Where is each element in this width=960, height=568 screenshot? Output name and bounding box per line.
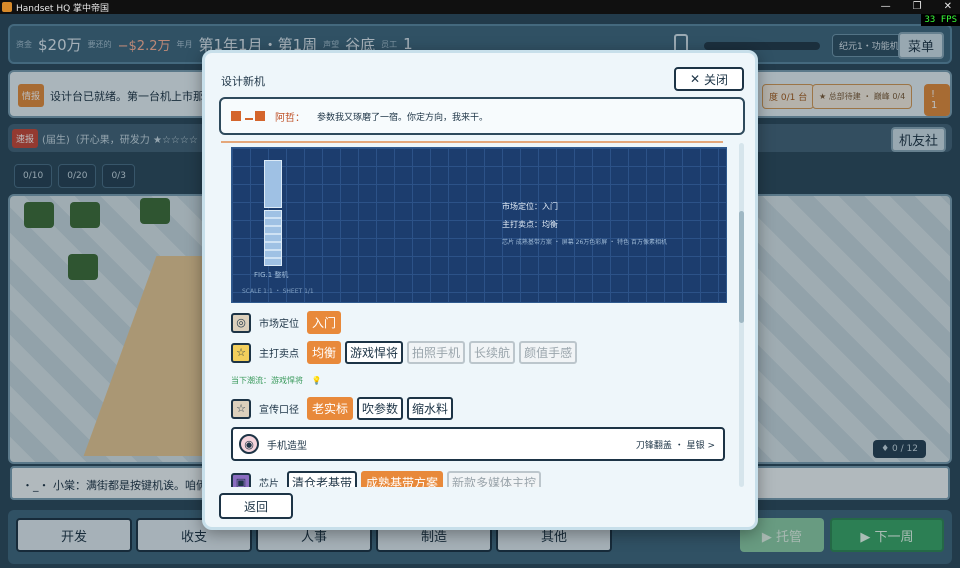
selling-option-battery[interactable]: 长续航 [469, 341, 516, 364]
window-title: Handset HQ 掌中帝国 [16, 3, 110, 14]
window-titlebar: Handset HQ 掌中帝国 — ❐ ✕ [0, 0, 960, 14]
blueprint-fig-label: FIG.1 整机 [254, 271, 289, 279]
speaker-name: 阿哲： [275, 112, 305, 124]
avatar [231, 111, 241, 121]
phone-model-selector[interactable]: ◉ 手机造型 刀锋翻盖 ・ 星银 > [231, 427, 725, 461]
slogan-label: 宣传口径 [259, 405, 299, 416]
selling-option-balanced[interactable]: 均衡 [307, 341, 342, 364]
scrollbar[interactable] [739, 143, 744, 487]
star-icon: ☆ [231, 342, 251, 363]
design-new-phone-dialog: 设计新机 ✕ 关闭 阿哲： 参数我又琢磨了一宿。你定方向，我来干。 FIG.1 … [202, 50, 758, 530]
selling-option-camera[interactable]: 拍照手机 [407, 341, 466, 364]
avatar [255, 111, 265, 121]
window-close-button[interactable]: ✕ [944, 0, 952, 14]
design-options-scroll[interactable]: FIG.1 整机 SCALE 1:1 ・ SHEET 1/1 市场定位：入门 主… [221, 141, 737, 487]
phone-sketch-top [264, 160, 282, 208]
restore-button[interactable]: ❐ [913, 0, 922, 14]
model-value: 刀锋翻盖 ・ 星银 > [635, 441, 715, 451]
model-label: 手机造型 [267, 441, 307, 452]
close-label: 关闭 [704, 72, 729, 87]
selling-option-design[interactable]: 颜值手感 [519, 341, 578, 364]
slogan-option-honest[interactable]: 老实标 [307, 397, 354, 420]
selling-label: 主打卖点 [259, 349, 299, 360]
app-icon [2, 2, 12, 12]
selling-point-row: ☆ 主打卖点 均衡 游戏悍将 拍照手机 长续航 颜值手感 [231, 341, 578, 364]
dialog-close-button[interactable]: ✕ 关闭 [674, 67, 744, 91]
slogan-option-cut[interactable]: 缩水料 [407, 397, 454, 420]
avatar [245, 118, 253, 120]
slogan-option-hype[interactable]: 吹参数 [357, 397, 404, 420]
fps-counter: 33 FPS [921, 14, 960, 26]
lightbulb-icon: 💡 [311, 376, 322, 385]
chip-option-mature[interactable]: 成熟基带方案 [361, 471, 444, 487]
minimize-button[interactable]: — [881, 0, 891, 14]
target-icon: ◎ [231, 312, 251, 333]
chip-option-old[interactable]: 清仓老基带 [287, 471, 358, 487]
window-controls: — ❐ ✕ [881, 0, 952, 14]
slogan-row: ☆ 宣传口径 老实标 吹参数 缩水料 [231, 397, 454, 420]
blueprint-market: 市场定位：入门 [502, 202, 558, 211]
chip-label: 芯片 [259, 479, 279, 487]
chip-option-new[interactable]: 新款多媒体主控 [447, 471, 542, 487]
blueprint-spec: 芯片 成熟基带方案 ・ 屏幕 26万色彩屏 ・ 特色 百万像素相机 [502, 239, 667, 246]
close-icon: ✕ [689, 72, 701, 86]
divider [221, 141, 723, 143]
star-icon: ☆ [231, 398, 251, 419]
cpu-icon: ▣ [231, 472, 251, 487]
blueprint-selling-point: 主打卖点：均衡 [502, 220, 558, 229]
chip-row: ▣ 芯片 清仓老基带 成熟基带方案 新款多媒体主控 [231, 471, 542, 487]
back-button[interactable]: 返回 [219, 493, 293, 519]
blueprint-summary: 市场定位：入门 主打卖点：均衡 芯片 成熟基带方案 ・ 屏幕 26万色彩屏 ・ … [502, 198, 667, 252]
blueprint-scale-label: SCALE 1:1 ・ SHEET 1/1 [242, 288, 314, 295]
phone-blueprint: FIG.1 整机 SCALE 1:1 ・ SHEET 1/1 市场定位：入门 主… [231, 147, 727, 303]
selling-option-gaming[interactable]: 游戏悍将 [345, 341, 404, 364]
scrollbar-thumb[interactable] [739, 211, 744, 323]
market-label: 市场定位 [259, 319, 299, 330]
market-option-entry[interactable]: 入门 [307, 311, 342, 334]
market-row: ◎ 市场定位 入门 [231, 311, 342, 334]
phone-sketch-keypad [264, 210, 282, 266]
speech-text: 参数我又琢磨了一宿。你定方向，我来干。 [317, 112, 489, 123]
dialog-title: 设计新机 [221, 75, 265, 88]
trend-text: 当下潮流：游戏悍将 [231, 376, 303, 385]
advisor-speech: 阿哲： 参数我又琢磨了一宿。你定方向，我来干。 [219, 97, 745, 135]
current-trend: 当下潮流：游戏悍将 💡 [231, 375, 322, 386]
palette-icon: ◉ [239, 434, 259, 454]
